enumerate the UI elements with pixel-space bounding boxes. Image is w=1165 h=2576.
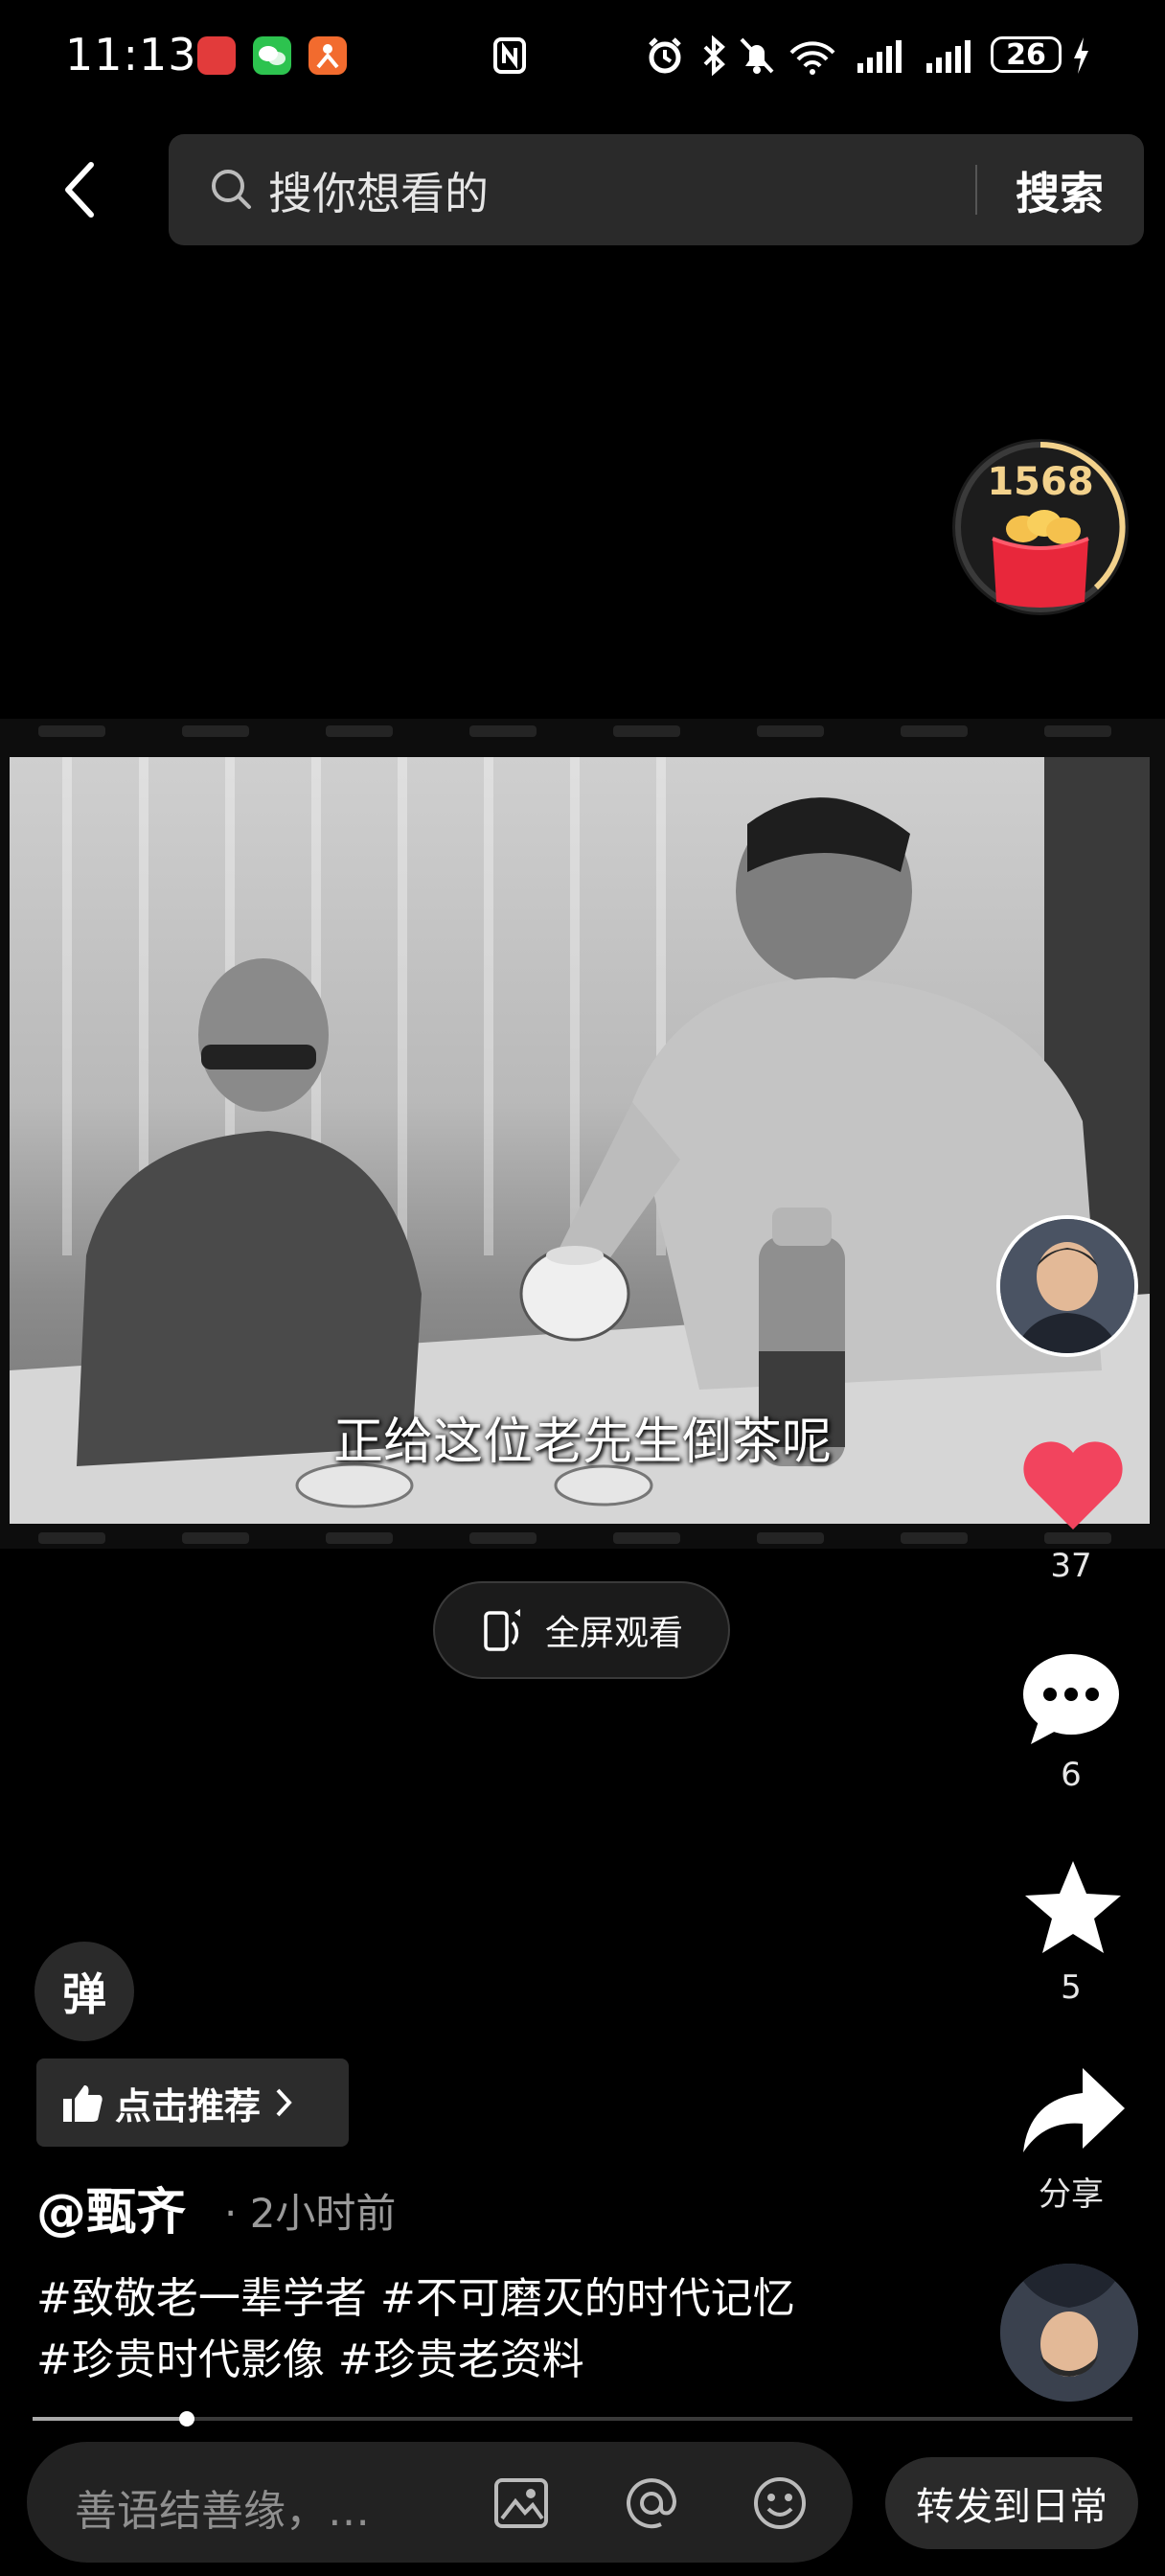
video-subtitle: 正给这位老先生倒茶呢 (332, 1414, 832, 1471)
author-avatar[interactable] (996, 1215, 1138, 1357)
fullscreen-phone-icon (484, 1609, 520, 1651)
hashtags-line-2[interactable]: #珍贵时代影像 #珍贵老资料 (36, 2325, 584, 2386)
share-arrow-icon (1023, 2068, 1125, 2152)
image-icon[interactable] (492, 2474, 550, 2532)
post-time: · 2小时前 (224, 2190, 397, 2237)
favorite-count: 5 (1061, 1968, 1082, 2007)
signal-2-icon (924, 34, 977, 77)
alarm-icon (644, 34, 686, 77)
recommend-label: 点击推荐 (115, 2084, 262, 2128)
battery-indicator: 26 (991, 36, 1062, 73)
status-time: 11:13 (65, 29, 197, 80)
favorite-button[interactable] (1016, 1855, 1131, 1961)
search-button[interactable]: 搜索 (1016, 159, 1104, 222)
signal-1-icon (855, 34, 908, 77)
like-count: 37 (1050, 1547, 1092, 1585)
share-button[interactable] (1016, 2060, 1131, 2166)
music-disc-avatar[interactable] (1000, 2264, 1138, 2402)
share-label: 分享 (1039, 2175, 1104, 2214)
comment-placeholder: 善语结善缘，… (75, 2487, 370, 2536)
video-player[interactable]: 正给这位老先生倒茶呢 (0, 719, 1165, 1549)
coin-count: 1568 (987, 460, 1094, 504)
mute-bell-icon (736, 34, 778, 77)
film-sprockets-bottom (0, 1531, 1165, 1545)
fullscreen-label: 全屏观看 (544, 1614, 683, 1653)
back-arrow-icon (65, 162, 94, 218)
wechat-icon (253, 36, 291, 75)
chevron-right-icon (276, 2088, 292, 2117)
share-to-daily-button[interactable]: 转发到日常 (885, 2457, 1138, 2549)
bluetooth-icon (699, 34, 728, 77)
back-button[interactable] (48, 151, 111, 228)
charging-icon (1069, 34, 1092, 77)
app-icon-orange (308, 36, 347, 75)
video-progress-fill (33, 2417, 187, 2421)
red-envelope-icon (992, 510, 1089, 608)
wifi-6-icon (786, 34, 839, 77)
comment-count: 6 (1061, 1756, 1082, 1794)
huawei-app-icon (197, 36, 236, 75)
recommend-button[interactable]: 点击推荐 (36, 2058, 349, 2147)
author-username[interactable]: @甄齐 (36, 2172, 186, 2243)
search-input[interactable]: 搜你想看的 (268, 159, 489, 222)
coin-reward-widget[interactable]: 1568 (952, 439, 1129, 615)
like-heart-icon (1023, 1441, 1123, 1530)
danmu-toggle[interactable]: 弹 (34, 1942, 134, 2041)
search-icon (209, 167, 253, 215)
video-progress-knob[interactable] (178, 2411, 194, 2426)
nfc-icon (491, 34, 529, 77)
search-divider (975, 165, 977, 215)
comment-button[interactable] (1016, 1644, 1131, 1750)
video-progress-bar[interactable] (33, 2411, 1132, 2426)
star-icon (1025, 1861, 1121, 1953)
search-bar[interactable]: 搜你想看的 搜索 (169, 134, 1144, 245)
thumb-up-icon (63, 2085, 103, 2122)
comment-icon (1023, 1654, 1119, 1744)
at-icon[interactable] (623, 2474, 680, 2532)
emoji-icon[interactable] (751, 2474, 809, 2532)
fullscreen-button[interactable]: 全屏观看 (433, 1581, 730, 1679)
hashtags-line-1[interactable]: #致敬老一辈学者 #不可磨灭的时代记忆 (36, 2264, 795, 2325)
comment-input[interactable]: 善语结善缘，… (27, 2442, 853, 2563)
like-button[interactable] (1016, 1434, 1131, 1541)
film-sprockets-top (0, 724, 1165, 738)
